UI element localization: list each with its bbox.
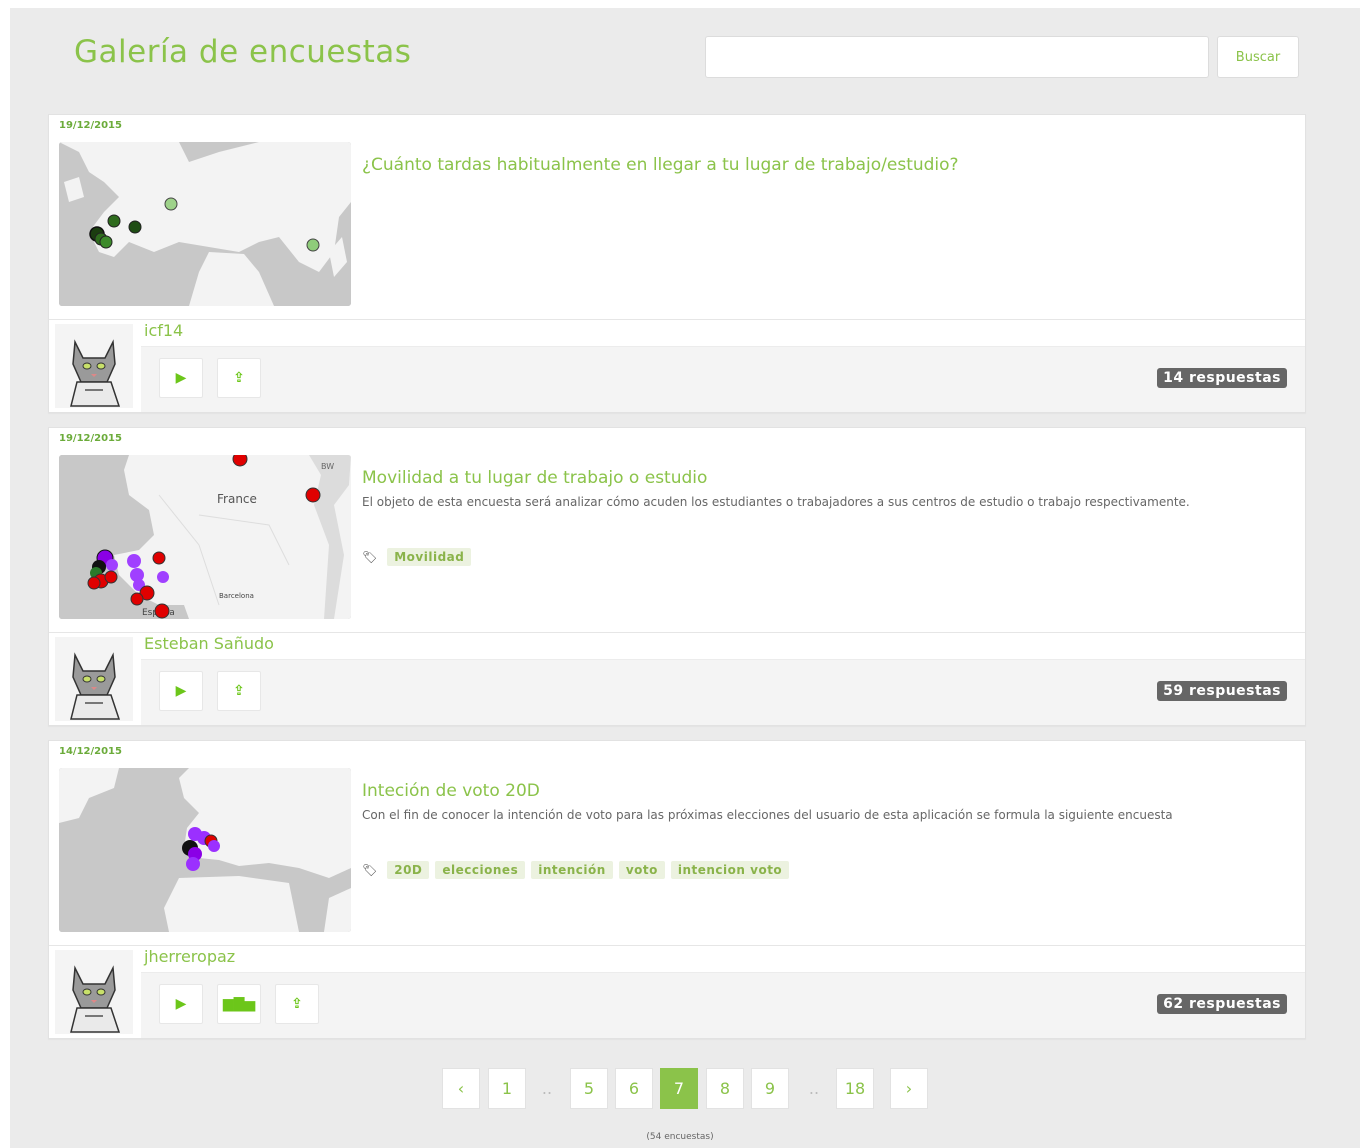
cat-avatar — [55, 324, 133, 408]
survey-title[interactable]: Movilidad a tu lugar de trabajo o estudi… — [362, 468, 707, 488]
results-button[interactable]: ▆▇▅ — [217, 984, 261, 1024]
page-button[interactable]: 6 — [615, 1068, 653, 1109]
survey-date: 19/12/2015 — [59, 433, 122, 444]
next-page-button[interactable]: › — [890, 1068, 928, 1109]
play-icon: ▶ — [175, 996, 187, 1012]
tag[interactable]: voto — [618, 861, 665, 879]
search-input[interactable] — [705, 36, 1209, 78]
survey-footer: icf14 ▶ ⇪ 14 respuestas — [49, 319, 1305, 415]
play-button[interactable]: ▶ — [159, 358, 203, 398]
author-name[interactable]: Esteban Sañudo — [144, 634, 274, 653]
survey-map[interactable] — [59, 142, 351, 306]
search-button[interactable]: Buscar — [1217, 36, 1299, 78]
tag-icon: 🏷 — [362, 550, 378, 564]
page-button[interactable]: 18 — [836, 1068, 874, 1109]
tag-list: 🏷 20D elecciones intención voto intencio… — [362, 861, 790, 879]
tag[interactable]: Movilidad — [387, 548, 472, 566]
total-count: (54 encuestas) — [646, 1132, 714, 1142]
cat-avatar — [55, 950, 133, 1034]
play-icon: ▶ — [175, 683, 187, 699]
author-name[interactable]: icf14 — [144, 321, 183, 340]
share-icon: ⇪ — [233, 370, 245, 386]
tag[interactable]: intención — [531, 861, 613, 879]
page-ellipsis: .. — [808, 1079, 820, 1098]
share-button[interactable]: ⇪ — [217, 671, 261, 711]
survey-footer: Esteban Sañudo ▶ ⇪ 59 respuestas — [49, 632, 1305, 728]
tag-icon: 🏷 — [362, 863, 378, 877]
author-name[interactable]: jherreropaz — [144, 947, 235, 966]
page-button[interactable]: 8 — [706, 1068, 744, 1109]
survey-card: 19/12/2015 France BW Barcelona España — [48, 427, 1306, 726]
share-icon: ⇪ — [233, 683, 245, 699]
responses-badge: 14 respuestas — [1157, 368, 1287, 388]
survey-date: 19/12/2015 — [59, 120, 122, 131]
map-label-france: France — [217, 492, 257, 506]
page-title: Galería de encuestas — [74, 34, 412, 70]
cat-avatar — [55, 637, 133, 721]
actions-bar: ▶ ▆▇▅ ⇪ 62 respuestas — [141, 972, 1305, 1038]
pagination: ‹ 1 .. 5 6 7 8 9 .. 18 › — [0, 1068, 1360, 1110]
survey-footer: jherreropaz ▶ ▆▇▅ ⇪ 62 respuestas — [49, 945, 1305, 1041]
survey-map[interactable]: France BW Barcelona España — [59, 455, 351, 619]
map-label-barcelona: Barcelona — [219, 592, 254, 600]
page-button[interactable]: 1 — [488, 1068, 526, 1109]
page-ellipsis: .. — [541, 1079, 553, 1098]
tag[interactable]: intencion voto — [670, 861, 790, 879]
survey-title[interactable]: Inteción de voto 20D — [362, 781, 540, 801]
survey-date: 14/12/2015 — [59, 746, 122, 757]
share-button[interactable]: ⇪ — [275, 984, 319, 1024]
tag[interactable]: 20D — [387, 861, 430, 879]
map-label-bw: BW — [321, 462, 334, 471]
tag[interactable]: elecciones — [435, 861, 526, 879]
responses-badge: 59 respuestas — [1157, 681, 1287, 701]
survey-card: 19/12/2015 ¿Cuánto tardas habitualmente … — [48, 114, 1306, 413]
tag-list: 🏷 Movilidad — [362, 548, 472, 566]
page-button[interactable]: 9 — [751, 1068, 789, 1109]
bar-chart-icon: ▆▇▅ — [222, 996, 256, 1012]
share-icon: ⇪ — [291, 996, 303, 1012]
survey-description: Con el fin de conocer la intención de vo… — [362, 808, 1173, 822]
actions-bar: ▶ ⇪ 14 respuestas — [141, 346, 1305, 412]
survey-card: 14/12/2015 Inteción de voto 20D Con el f… — [48, 740, 1306, 1039]
play-button[interactable]: ▶ — [159, 984, 203, 1024]
prev-page-button[interactable]: ‹ — [442, 1068, 480, 1109]
page-button[interactable]: 5 — [570, 1068, 608, 1109]
play-button[interactable]: ▶ — [159, 671, 203, 711]
share-button[interactable]: ⇪ — [217, 358, 261, 398]
actions-bar: ▶ ⇪ 59 respuestas — [141, 659, 1305, 725]
survey-description: El objeto de esta encuesta será analizar… — [362, 495, 1190, 509]
responses-badge: 62 respuestas — [1157, 994, 1287, 1014]
page-button-active[interactable]: 7 — [660, 1068, 698, 1109]
survey-title[interactable]: ¿Cuánto tardas habitualmente en llegar a… — [362, 155, 959, 175]
survey-map[interactable] — [59, 768, 351, 932]
play-icon: ▶ — [175, 370, 187, 386]
